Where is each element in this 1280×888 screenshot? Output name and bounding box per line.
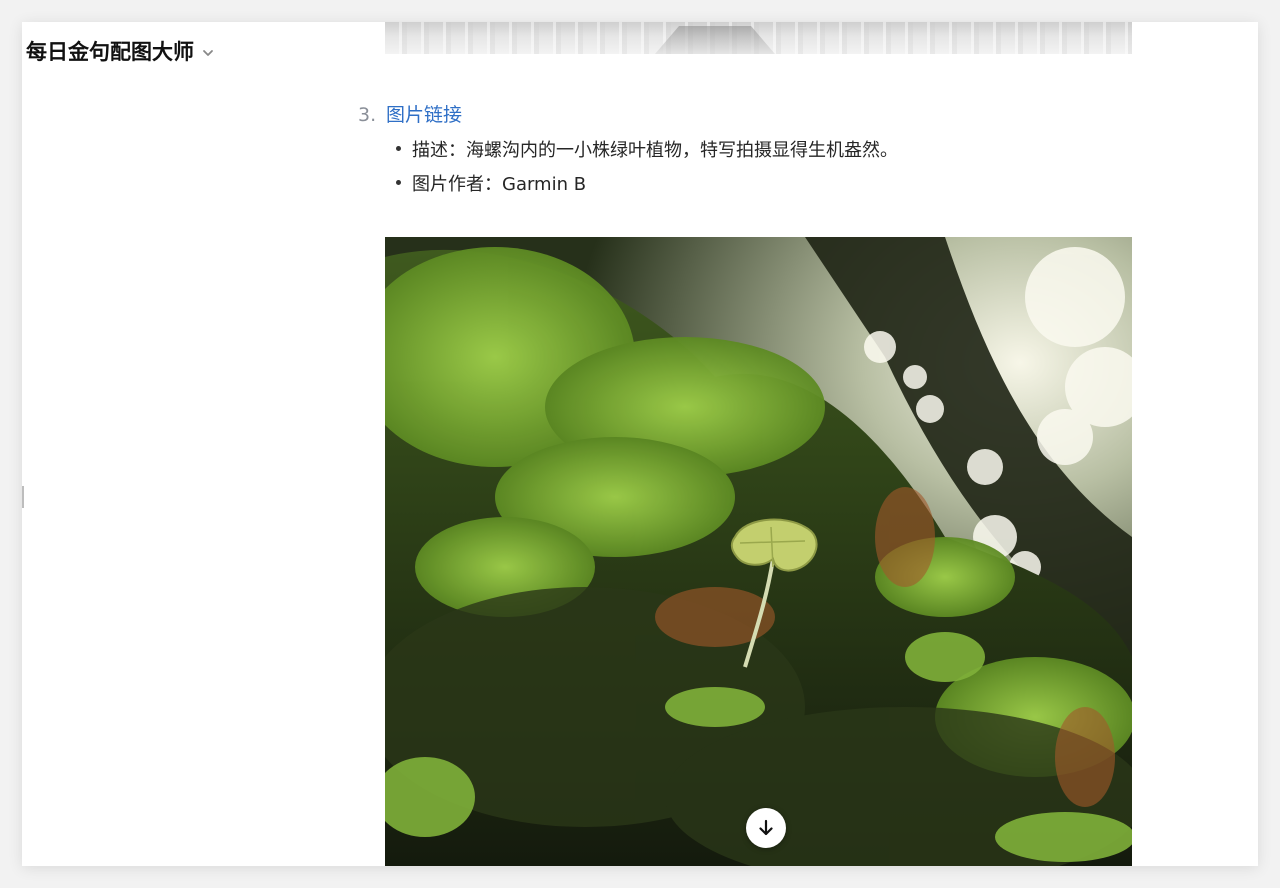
chevron-down-icon [203, 50, 213, 56]
arrow-down-icon [759, 819, 773, 836]
image-details: 描述：海螺沟内的一小株绿叶植物，特写拍摄显得生机盎然。 图片作者：Garmin … [394, 134, 898, 202]
bot-title: 每日金句配图大师 [26, 40, 194, 64]
bot-title-dropdown[interactable]: 每日金句配图大师 [26, 36, 216, 66]
image-description: 描述：海螺沟内的一小株绿叶植物，特写拍摄显得生机盎然。 [394, 134, 898, 168]
list-item: 3. 图片链接 [358, 100, 462, 127]
list-item-number: 3. [358, 104, 377, 126]
photo-illustration [385, 237, 1132, 866]
sidebar-resize-handle[interactable] [22, 486, 24, 508]
image-link[interactable]: 图片链接 [386, 100, 462, 127]
image-author: 图片作者：Garmin B [394, 168, 898, 202]
scroll-to-bottom-button[interactable] [746, 808, 786, 848]
chat-window: 每日金句配图大师 3. 图片链接 描述：海螺沟内的一小株绿叶植物，特写拍摄显得生… [22, 22, 1258, 866]
previous-image-bottom [385, 22, 1132, 54]
moss-plant-photo [385, 237, 1132, 866]
